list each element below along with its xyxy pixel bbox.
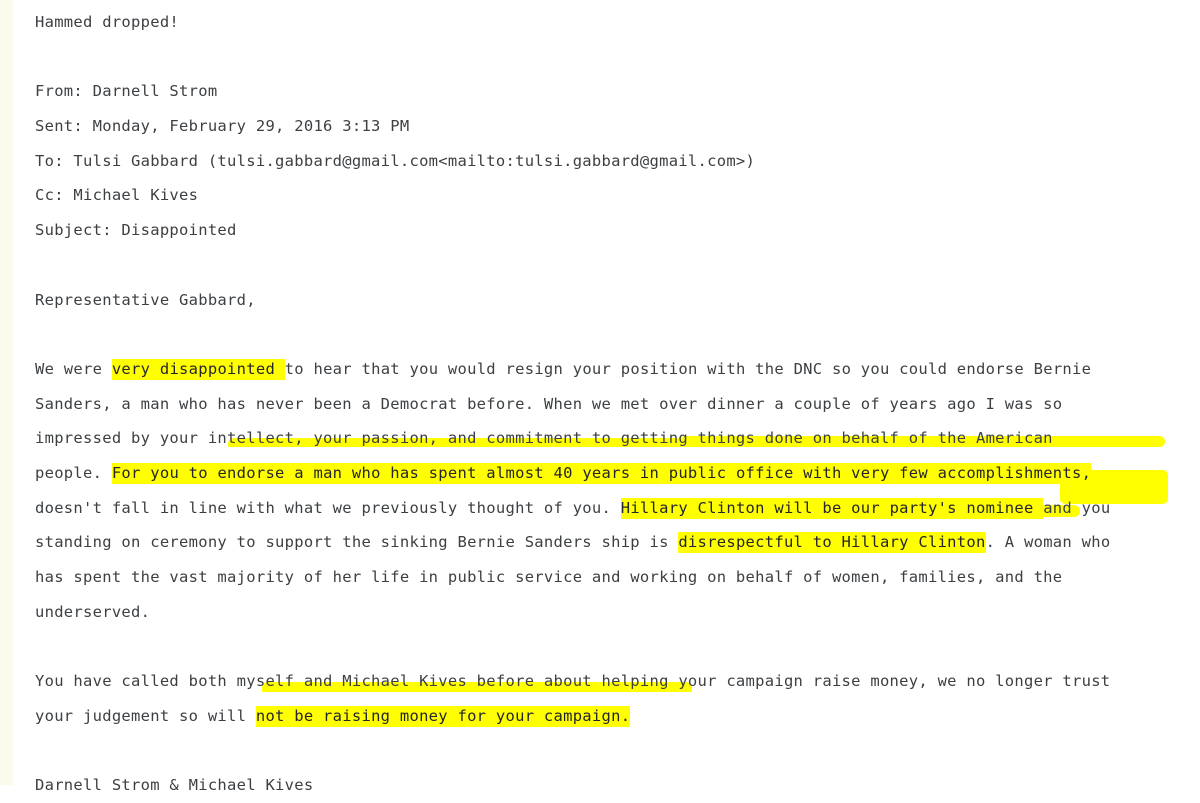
- highlighted-text: very disappointed: [111, 358, 285, 380]
- email-body-lines: We were very disappointed to hear that y…: [35, 352, 1200, 803]
- plain-text: . A woman who: [985, 533, 1111, 552]
- body-line: your judgement so will not be raising mo…: [35, 699, 1200, 734]
- body-line: doesn't fall in line with what we previo…: [35, 491, 1200, 526]
- plain-text: doesn't fall in line with what we previo…: [35, 498, 621, 517]
- plain-text: standing on ceremony to support the sink…: [35, 533, 679, 552]
- highlighted-text: Hillary Clinton will be our party's nomi…: [620, 497, 1044, 519]
- body-line: You have called both myself and Michael …: [35, 664, 1200, 699]
- body-line: has spent the vast majority of her life …: [35, 560, 1200, 595]
- highlighted-text: disrespectful to Hillary Clinton: [678, 532, 986, 554]
- body-line: impressed by your intellect, your passio…: [35, 421, 1200, 456]
- intro-note: Hammed dropped!: [35, 13, 180, 31]
- body-line: people. For you to endorse a man who has…: [35, 456, 1200, 491]
- salutation: Representative Gabbard,: [35, 290, 256, 309]
- body-line: standing on ceremony to support the sink…: [35, 525, 1200, 560]
- plain-text: has spent the vast majority of her life …: [35, 568, 1063, 586]
- plain-text: your judgement so will: [35, 706, 256, 725]
- left-margin-strip: [0, 0, 13, 785]
- body-line: Sanders, a man who has never been a Demo…: [35, 387, 1200, 422]
- header-sent: Sent: Monday, February 29, 2016 3:13 PM: [35, 117, 410, 136]
- plain-text: impressed by your intellect, your passio…: [35, 429, 1053, 448]
- plain-text: Darnell Strom & Michael Kives: [35, 776, 314, 795]
- email-body: Hammed dropped! From: Darnell Strom Sent…: [35, 0, 1200, 803]
- body-line: Darnell Strom & Michael Kives: [35, 768, 1200, 803]
- header-subject: Subject: Disappointed: [35, 221, 237, 240]
- email-screenshot-page: Hammed dropped! From: Darnell Strom Sent…: [0, 0, 1200, 794]
- header-to: To: Tulsi Gabbard (tulsi.gabbard@gmail.c…: [35, 151, 756, 170]
- plain-text: We were: [35, 359, 112, 378]
- plain-text: people.: [35, 463, 112, 482]
- plain-text: underserved.: [35, 602, 151, 621]
- plain-text: Sanders, a man who has never been a Demo…: [35, 394, 1063, 413]
- plain-text: and you: [1043, 498, 1111, 517]
- header-cc: Cc: Michael Kives: [35, 186, 199, 205]
- header-from: From: Darnell Strom: [35, 82, 218, 101]
- body-line: underserved.: [35, 595, 1200, 630]
- highlighted-text: For you to endorse a man who has spent a…: [111, 462, 1092, 484]
- plain-text: to hear that you would resign your posit…: [284, 359, 1092, 378]
- highlighted-text: not be raising money for your campaign.: [255, 705, 631, 727]
- plain-text: You have called both myself and Michael …: [35, 672, 1111, 691]
- body-line: We were very disappointed to hear that y…: [35, 352, 1200, 387]
